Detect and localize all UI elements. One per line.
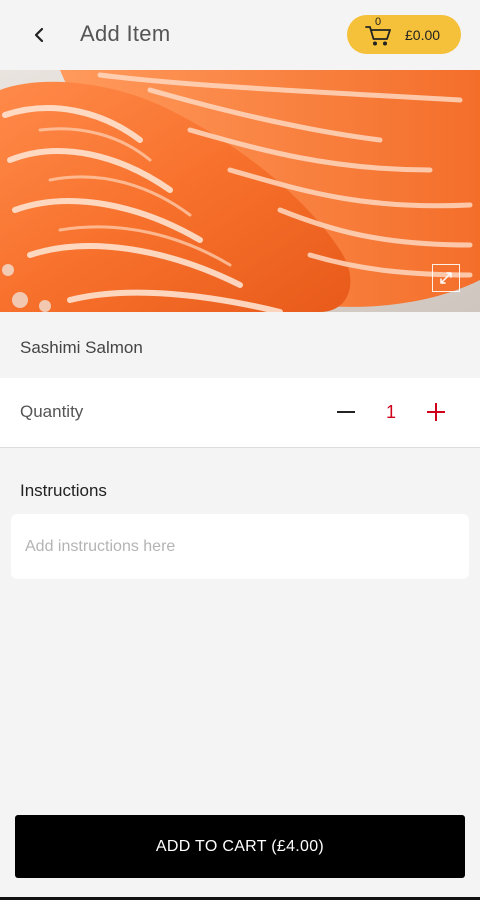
- increase-quantity-button[interactable]: [424, 400, 448, 424]
- back-button[interactable]: [22, 18, 56, 52]
- cart-count-badge: 0: [375, 15, 382, 28]
- quantity-value: 1: [385, 402, 396, 422]
- instructions-input[interactable]: [11, 514, 469, 579]
- item-name: Sashimi Salmon: [20, 338, 143, 357]
- expand-icon: [440, 272, 452, 284]
- add-to-cart-button[interactable]: ADD TO CART (£4.00): [15, 815, 465, 878]
- app-header: Add Item 0 £0.00: [0, 0, 480, 70]
- minus-icon: [337, 411, 355, 413]
- quantity-label: Quantity: [20, 402, 84, 421]
- item-name-row: Sashimi Salmon: [0, 312, 480, 378]
- chevron-left-icon: [34, 27, 44, 43]
- decrease-quantity-button[interactable]: [334, 400, 358, 424]
- quantity-stepper: Quantity 1: [0, 378, 480, 448]
- salmon-sashimi-image: [0, 70, 480, 312]
- item-image[interactable]: [0, 70, 480, 312]
- plus-icon: [427, 403, 445, 421]
- cart-total: £0.00: [405, 26, 441, 43]
- add-item-screen: Add Item 0 £0.00 Sashimi Salmon Quantity…: [0, 0, 480, 900]
- instructions-label: Instructions: [20, 481, 107, 500]
- shopping-cart-icon: 0: [365, 16, 393, 48]
- cart-button[interactable]: 0 £0.00: [347, 15, 461, 54]
- expand-image-button[interactable]: [432, 264, 460, 292]
- page-title: Add Item: [80, 21, 171, 46]
